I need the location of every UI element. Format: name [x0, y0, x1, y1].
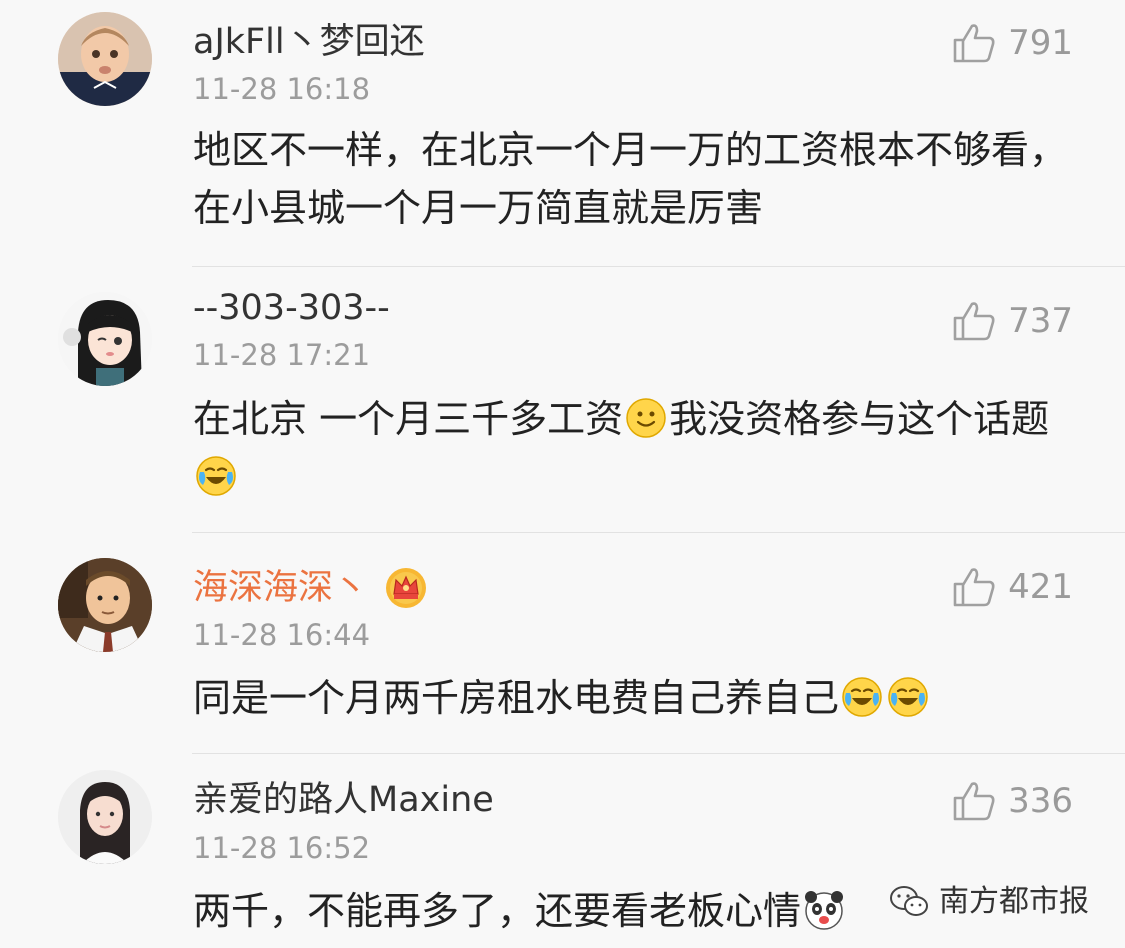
username[interactable]: aJkFll丶梦回还 — [193, 22, 425, 62]
avatar[interactable] — [58, 12, 152, 106]
timestamp: 11-28 16:18 — [193, 72, 371, 106]
comment-text: 两千，不能再多了，还要看老板心情 — [193, 882, 913, 940]
baby-avatar — [58, 12, 152, 106]
watermark: 南方都市报 — [889, 884, 1089, 920]
username-text: --303-303-- — [193, 288, 390, 328]
laugh-cry-emoji — [888, 677, 928, 717]
comment-text: 在北京 一个月三千多工资 我没资格参与这个话题 — [193, 390, 1063, 506]
timestamp: 11-28 17:21 — [193, 338, 371, 372]
username-text: 海深海深丶 — [193, 568, 369, 608]
comment-text-part: 地区不一样，在北京一个月一万的工资根本不够看，在小县城一个月一万简直就是厉害 — [193, 128, 1068, 230]
thumbs-up-icon — [953, 302, 995, 341]
laugh-cry-emoji — [842, 677, 882, 717]
like-button[interactable]: 791 — [952, 22, 1073, 64]
anime-girl-avatar — [58, 292, 152, 386]
avatar[interactable] — [58, 292, 152, 386]
like-count: 791 — [1008, 23, 1073, 63]
timestamp: 11-28 16:52 — [193, 831, 371, 865]
thumbs-up-icon — [953, 568, 995, 607]
comment-text-part: 我没资格参与这个话题 — [669, 397, 1050, 441]
comment-text-part: 在北京 一个月三千多工资 — [193, 397, 624, 441]
woman-avatar — [58, 770, 152, 864]
like-count: 336 — [1008, 781, 1073, 821]
like-button[interactable]: 737 — [952, 300, 1073, 342]
thumbs-up-icon — [953, 24, 995, 63]
comment-text-part: 两千，不能再多了，还要看老板心情 — [193, 889, 802, 933]
divider — [192, 266, 1125, 267]
username[interactable]: 亲爱的路人Maxine — [193, 780, 494, 820]
comment-item: aJkFll丶梦回还 11-28 16:18 791 地区不一样，在北京一个月一… — [0, 0, 1125, 268]
avatar[interactable] — [58, 558, 152, 652]
laugh-cry-emoji — [196, 456, 236, 496]
divider — [192, 532, 1125, 533]
comment-text: 地区不一样，在北京一个月一万的工资根本不够看，在小县城一个月一万简直就是厉害 — [193, 121, 1073, 237]
username[interactable]: 海深海深丶 — [193, 566, 428, 610]
comment-item: --303-303-- 11-28 17:21 737 在北京 一个月三千多工资… — [0, 268, 1125, 534]
like-button[interactable]: 421 — [952, 566, 1073, 608]
thumbs-up-icon — [953, 782, 995, 821]
comment-text: 同是一个月两千房租水电费自己养自己 — [193, 669, 1073, 727]
like-count: 737 — [1008, 301, 1073, 341]
comment-item: 海深海深丶 11-28 16:44 421 同是一个月两千房租水电费自己养自己 — [0, 534, 1125, 754]
timestamp: 11-28 16:44 — [193, 618, 371, 652]
like-count: 421 — [1008, 567, 1073, 607]
comment-text-part: 同是一个月两千房租水电费自己养自己 — [193, 676, 840, 720]
watermark-text: 南方都市报 — [939, 884, 1089, 919]
username-text: aJkFll丶梦回还 — [193, 22, 425, 62]
panda-emoji — [805, 891, 844, 930]
comment-feed: aJkFll丶梦回还 11-28 16:18 791 地区不一样，在北京一个月一… — [0, 0, 1125, 948]
wechat-icon — [890, 886, 928, 916]
cartoon-man-avatar — [58, 558, 152, 652]
avatar[interactable] — [58, 770, 152, 864]
smile-emoji — [626, 398, 666, 438]
like-button[interactable]: 336 — [952, 780, 1073, 822]
crown-icon — [386, 568, 427, 608]
username[interactable]: --303-303-- — [193, 288, 390, 328]
username-text: 亲爱的路人Maxine — [193, 780, 494, 820]
